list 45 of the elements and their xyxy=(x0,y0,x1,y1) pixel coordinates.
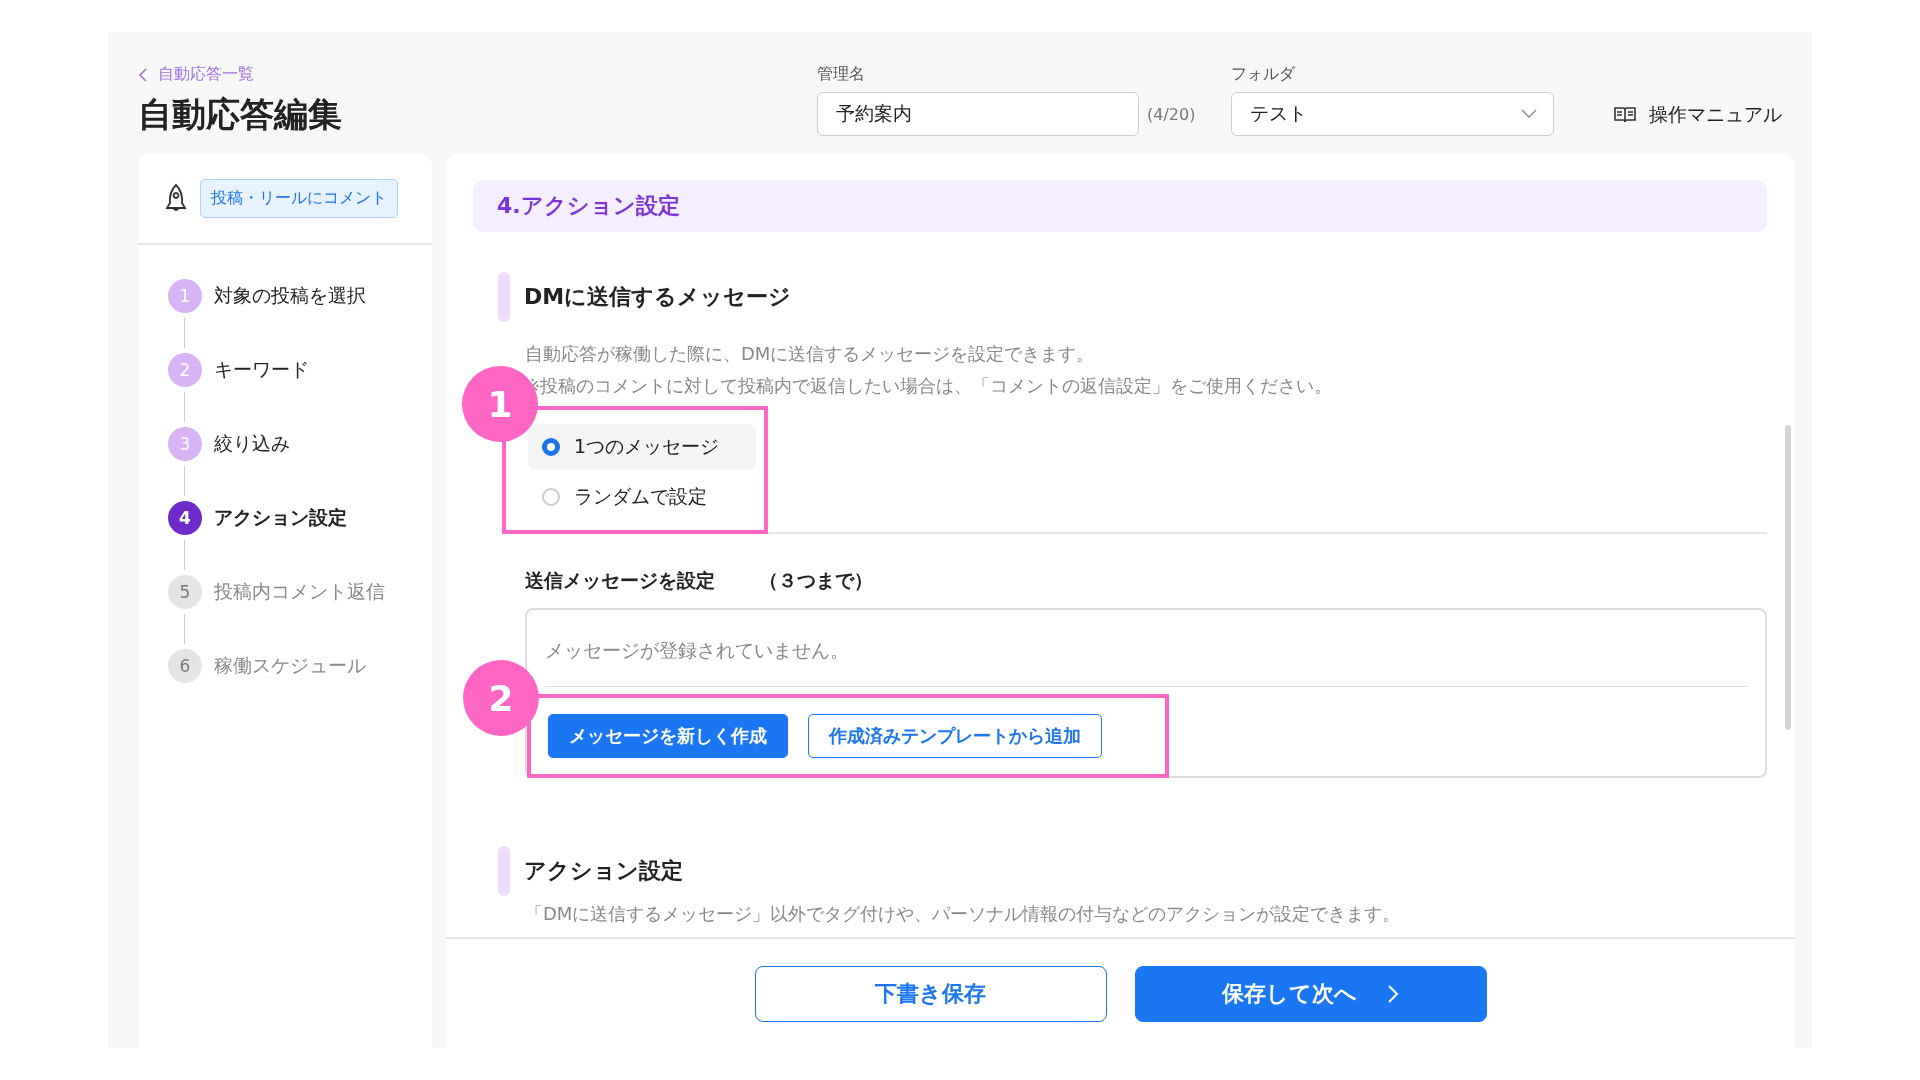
step-number: 1 xyxy=(168,279,202,313)
empty-message: メッセージが登録されていません。 xyxy=(544,638,850,663)
book-icon xyxy=(1613,105,1637,125)
step-item[interactable]: 4 アクション設定 xyxy=(168,501,432,535)
back-link[interactable]: 自動応答一覧 xyxy=(138,64,254,85)
chevron-left-icon xyxy=(138,67,148,82)
chevron-down-icon xyxy=(1521,109,1537,119)
step-item[interactable]: 3 絞り込み xyxy=(168,427,432,461)
step-number: 4 xyxy=(168,501,202,535)
radio-button[interactable] xyxy=(542,438,560,456)
description-text: 自動応答が稼働した際に、DMに送信するメッセージを設定できます。 xyxy=(525,342,1096,366)
field-label: フォルダ xyxy=(1231,64,1296,85)
step-item[interactable]: 1 対象の投稿を選択 xyxy=(168,279,432,313)
add-message-button[interactable]: メッセージを新しく作成 xyxy=(548,714,788,758)
footer-button[interactable]: 下書き保存 xyxy=(754,966,1107,1022)
section-title: 4.アクション設定 xyxy=(473,180,1767,232)
folder-select[interactable]: テスト xyxy=(1231,92,1554,136)
description-text: 「DMに送信するメッセージ」以外でタグ付けや、パーソナル情報の付与などのアクションが設定できます。 xyxy=(525,902,1402,926)
step-number: 6 xyxy=(168,649,202,683)
step-number: 5 xyxy=(168,575,202,609)
step-item[interactable]: 6 稼働スケジュール xyxy=(168,649,432,683)
trigger-tag: 投稿・リールにコメント xyxy=(200,178,398,218)
char-counter: (4/20) xyxy=(1147,104,1197,124)
rocket-icon xyxy=(164,183,188,213)
field-label: 送信メッセージを設定 xyxy=(525,568,715,593)
section-heading: アクション設定 xyxy=(524,857,683,885)
accent-bar xyxy=(498,846,510,896)
page-title: 自動応答編集 xyxy=(138,92,343,136)
add-message-button[interactable]: 作成済みテンプレートから追加 xyxy=(808,714,1102,758)
annotation-badge: 2 xyxy=(463,660,539,736)
footer-button[interactable]: 保存して次へ xyxy=(1134,966,1487,1022)
radio-option[interactable]: ランダムで設定 xyxy=(528,474,756,520)
limit-note: （３つまで） xyxy=(759,568,873,593)
radio-option[interactable]: 1つのメッセージ xyxy=(528,424,756,470)
field-label: 管理名 xyxy=(817,64,866,85)
step-item[interactable]: 5 投稿内コメント返信 xyxy=(168,575,432,609)
step-number: 3 xyxy=(168,427,202,461)
radio-button[interactable] xyxy=(542,488,560,506)
step-number: 2 xyxy=(168,353,202,387)
step-item[interactable]: 2 キーワード xyxy=(168,353,432,387)
manual-link[interactable]: 操作マニュアル xyxy=(1613,102,1782,128)
scrollbar[interactable] xyxy=(1785,425,1791,730)
accent-bar xyxy=(498,272,510,322)
section-heading: DMに送信するメッセージ xyxy=(524,283,792,311)
name-input[interactable]: 予約案内 xyxy=(817,92,1139,136)
